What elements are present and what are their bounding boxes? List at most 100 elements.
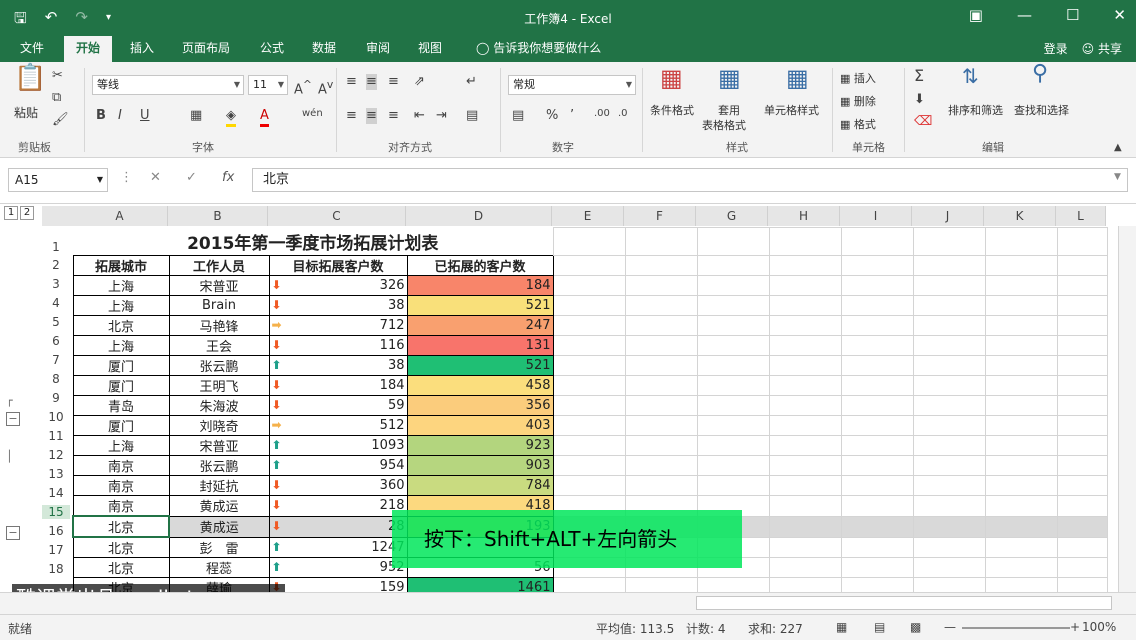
target-cell[interactable]: ⬆ 1247 <box>268 536 408 558</box>
cell[interactable] <box>1056 455 1108 476</box>
cell[interactable] <box>696 295 770 316</box>
cell[interactable] <box>768 435 842 456</box>
collapse-group-icon[interactable]: − <box>6 412 20 426</box>
cell[interactable] <box>768 355 842 376</box>
target-cell[interactable]: ⬆952 <box>268 557 408 578</box>
row-header[interactable]: 18 <box>42 562 70 576</box>
cell[interactable] <box>840 315 914 336</box>
cell[interactable] <box>984 227 1058 256</box>
cell[interactable] <box>696 435 770 456</box>
staff-cell[interactable]: 王会 <box>168 335 270 356</box>
cell[interactable] <box>840 255 914 276</box>
header-cell[interactable]: 目标拓展客户数 <box>268 255 408 276</box>
staff-cell[interactable]: 张云鹏 <box>168 455 270 476</box>
cell[interactable] <box>552 295 626 316</box>
cell[interactable] <box>1056 536 1108 558</box>
cell[interactable] <box>552 375 626 396</box>
target-cell[interactable]: ⬇ 218 <box>268 495 408 517</box>
city-cell[interactable]: 厦门 <box>72 375 170 396</box>
row-header[interactable]: 17 <box>42 543 70 557</box>
cell[interactable] <box>984 577 1058 592</box>
cell[interactable] <box>912 395 986 416</box>
column-header[interactable]: E <box>552 206 624 226</box>
row-header[interactable]: 4 <box>42 296 70 310</box>
cell[interactable] <box>552 255 626 276</box>
tab-data[interactable]: 数据 <box>306 36 342 62</box>
cell[interactable] <box>768 515 842 538</box>
format-cells-button[interactable]: ▦ 格式 <box>840 116 876 132</box>
share-button[interactable]: ☺ 共享 <box>1082 40 1122 57</box>
header-cell[interactable]: 拓展城市 <box>72 255 170 276</box>
paste-button[interactable]: 粘贴 <box>14 104 38 121</box>
cell[interactable] <box>768 475 842 496</box>
cell[interactable] <box>768 227 842 256</box>
row-header[interactable]: 14 <box>42 486 70 500</box>
tab-file[interactable]: 文件 <box>14 36 50 62</box>
decrease-font-icon[interactable]: Av <box>318 77 333 98</box>
cell[interactable] <box>840 335 914 356</box>
cell[interactable] <box>552 315 626 336</box>
row-header[interactable]: 12 <box>42 448 70 462</box>
collapse-ribbon-icon[interactable]: ▲ <box>1114 140 1122 156</box>
cell[interactable] <box>696 415 770 436</box>
cell[interactable] <box>1056 275 1108 296</box>
target-cell[interactable]: ⬇ 184 <box>268 375 408 396</box>
tab-view[interactable]: 视图 <box>412 36 448 62</box>
city-cell[interactable]: 南京 <box>72 495 170 517</box>
wrap-text-icon[interactable]: ↵ <box>466 74 477 90</box>
cell[interactable] <box>768 255 842 276</box>
cell[interactable] <box>912 515 986 538</box>
cut-icon[interactable]: ✂ <box>52 68 63 84</box>
sheet-title-cell[interactable]: 2015年第一季度市场拓展计划表 <box>73 228 553 256</box>
staff-cell[interactable]: 王明飞 <box>168 375 270 396</box>
cell[interactable] <box>552 227 626 256</box>
cell[interactable] <box>984 255 1058 276</box>
fill-icon[interactable]: ⬇ <box>914 92 925 108</box>
cell[interactable] <box>768 295 842 316</box>
cell[interactable] <box>1056 395 1108 416</box>
target-cell[interactable]: ⬇ 326 <box>268 275 408 296</box>
cell[interactable] <box>1056 255 1108 276</box>
cell[interactable] <box>552 395 626 416</box>
login-link[interactable]: 登录 <box>1044 40 1068 57</box>
insert-cells-button[interactable]: ▦ 插入 <box>840 70 876 86</box>
row-header[interactable]: 7 <box>42 353 70 367</box>
row-header[interactable]: 15 <box>42 505 70 519</box>
currency-icon[interactable]: ▤ <box>512 108 524 124</box>
close-icon[interactable]: ✕ <box>1113 6 1126 24</box>
cell[interactable] <box>912 557 986 578</box>
insert-function-icon[interactable]: fx <box>222 170 234 185</box>
row-header[interactable]: 16 <box>42 524 70 538</box>
cell[interactable] <box>912 355 986 376</box>
cell[interactable] <box>768 375 842 396</box>
cell[interactable] <box>552 577 626 592</box>
merge-center-icon[interactable]: ▤ <box>466 108 478 124</box>
cell[interactable] <box>912 295 986 316</box>
cell[interactable] <box>840 475 914 496</box>
column-header[interactable]: A <box>72 206 168 226</box>
done-cell[interactable]: 784 <box>406 475 554 496</box>
cell[interactable] <box>840 515 914 538</box>
column-header[interactable]: B <box>168 206 268 226</box>
maximize-icon[interactable]: ☐ <box>1066 6 1079 24</box>
cell[interactable] <box>624 227 698 256</box>
column-header[interactable]: F <box>624 206 696 226</box>
city-cell[interactable]: 南京 <box>72 455 170 476</box>
page-break-view-icon[interactable]: ▩ <box>910 620 921 634</box>
done-cell[interactable]: 247 <box>406 315 554 336</box>
cell[interactable] <box>624 395 698 416</box>
cell[interactable] <box>984 536 1058 558</box>
staff-cell[interactable]: 黄成运 <box>168 495 270 517</box>
paste-icon[interactable]: 📋 <box>14 65 46 91</box>
done-cell[interactable]: 131 <box>406 335 554 356</box>
column-header[interactable]: I <box>840 206 912 226</box>
cell[interactable] <box>552 475 626 496</box>
target-cell[interactable]: ⬇ 38 <box>268 295 408 316</box>
tell-me-search[interactable]: ◯ 告诉我你想要做什么 <box>470 36 607 62</box>
percent-icon[interactable]: % <box>546 108 558 124</box>
city-cell[interactable]: 上海 <box>72 275 170 296</box>
row-header[interactable]: 1 <box>42 240 70 254</box>
cell[interactable] <box>1056 435 1108 456</box>
cell[interactable] <box>984 435 1058 456</box>
cell[interactable] <box>696 355 770 376</box>
